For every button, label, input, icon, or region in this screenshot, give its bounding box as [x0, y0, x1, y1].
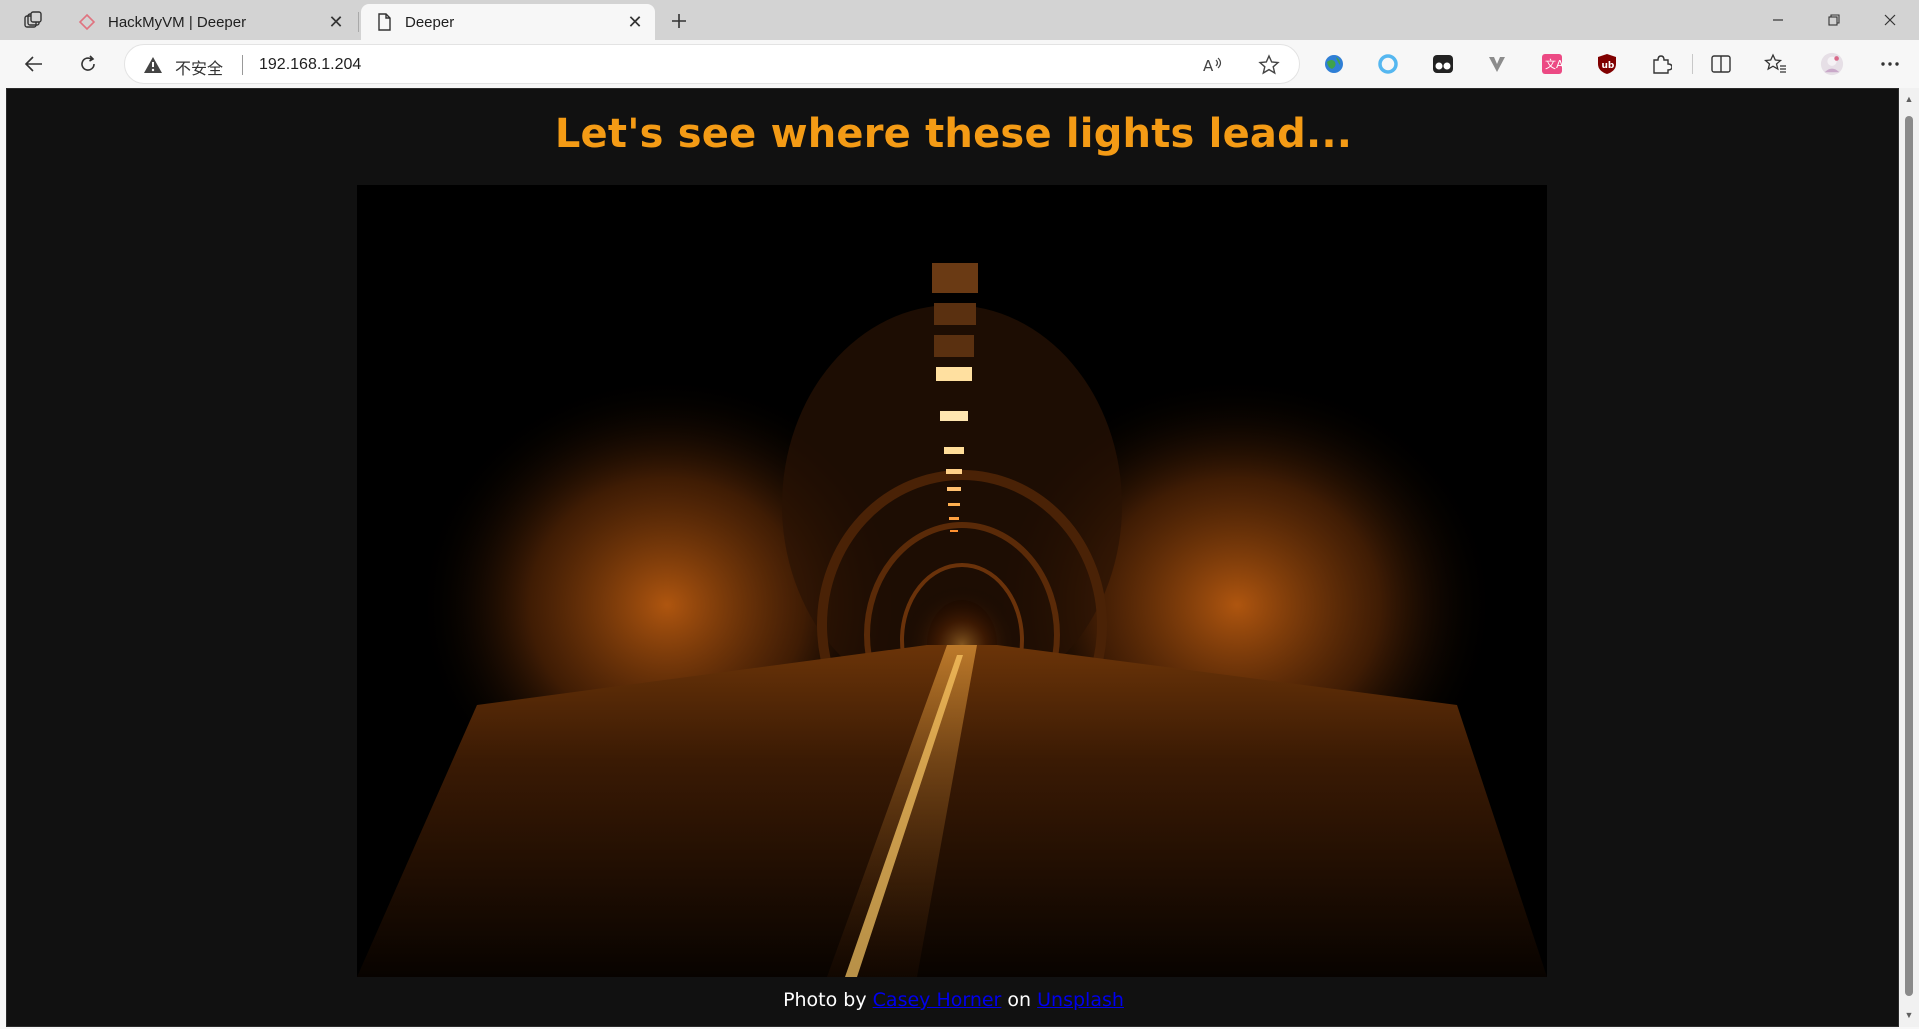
tab-strip: HackMyVM | Deeper ✕ Deeper ✕ — [0, 0, 1919, 40]
svg-text:ub: ub — [1602, 61, 1615, 71]
minimize-icon[interactable] — [1750, 0, 1806, 40]
toolbar-separator — [1692, 54, 1693, 74]
scroll-down-icon[interactable]: ▼ — [1904, 1010, 1914, 1020]
tab-hackmyvm[interactable]: HackMyVM | Deeper ✕ — [64, 4, 356, 40]
photo-credit: Photo by Casey Horner on Unsplash — [7, 989, 1898, 1011]
close-tab-icon[interactable]: ✕ — [621, 8, 649, 36]
scroll-up-icon[interactable]: ▲ — [1904, 94, 1914, 104]
svg-text:A: A — [1203, 57, 1214, 75]
workspaces-icon[interactable] — [18, 8, 48, 34]
browser-toolbar: 不安全 192.168.1.204 A 文A ub — [0, 40, 1919, 88]
page-favicon-icon — [375, 13, 393, 31]
credit-prefix: Photo by — [783, 989, 867, 1011]
svg-text:文A: 文A — [1545, 57, 1563, 71]
tab-separator — [358, 12, 359, 32]
ring-extension-icon[interactable] — [1376, 52, 1400, 76]
address-bar[interactable]: 不安全 192.168.1.204 A — [124, 44, 1300, 84]
page-heading: Let's see where these lights lead... — [554, 111, 1353, 157]
v-extension-icon[interactable] — [1485, 52, 1509, 76]
page-scrollbar[interactable]: ▲ ▼ — [1899, 88, 1919, 1027]
favorites-icon[interactable] — [1764, 52, 1788, 76]
profile-avatar-icon[interactable] — [1820, 52, 1844, 76]
ublock-extension-icon[interactable]: ub — [1595, 52, 1619, 76]
unsplash-link[interactable]: Unsplash — [1037, 989, 1124, 1011]
tunnel-photo — [357, 185, 1547, 977]
close-window-icon[interactable] — [1862, 0, 1918, 40]
scroll-thumb[interactable] — [1905, 116, 1913, 996]
new-tab-icon[interactable] — [664, 6, 694, 36]
credit-middle: on — [1007, 989, 1032, 1011]
read-aloud-icon[interactable]: A — [1199, 51, 1227, 79]
author-link[interactable]: Casey Horner — [873, 989, 1002, 1011]
back-icon[interactable] — [16, 46, 52, 82]
tab-deeper[interactable]: Deeper ✕ — [361, 4, 655, 40]
more-menu-icon[interactable] — [1878, 52, 1902, 76]
url-text[interactable]: 192.168.1.204 — [259, 56, 361, 74]
restore-icon[interactable] — [1806, 0, 1862, 40]
omnibox-divider — [242, 55, 243, 75]
split-screen-icon[interactable] — [1709, 52, 1733, 76]
extensions-puzzle-icon[interactable] — [1649, 52, 1673, 76]
close-tab-icon[interactable]: ✕ — [322, 8, 350, 36]
refresh-icon[interactable] — [70, 46, 106, 82]
page-viewport: Let's see where these lights lead... Pho… — [6, 88, 1899, 1027]
tab-title: Deeper — [405, 13, 455, 31]
hackmyvm-favicon-icon — [78, 13, 96, 31]
tab-title: HackMyVM | Deeper — [108, 13, 247, 31]
binoculars-extension-icon[interactable] — [1431, 52, 1455, 76]
warning-icon[interactable] — [143, 55, 163, 75]
globe-extension-icon[interactable] — [1322, 52, 1346, 76]
translate-extension-icon[interactable]: 文A — [1540, 52, 1564, 76]
security-label[interactable]: 不安全 — [175, 55, 223, 79]
favorite-star-icon[interactable] — [1255, 51, 1283, 79]
